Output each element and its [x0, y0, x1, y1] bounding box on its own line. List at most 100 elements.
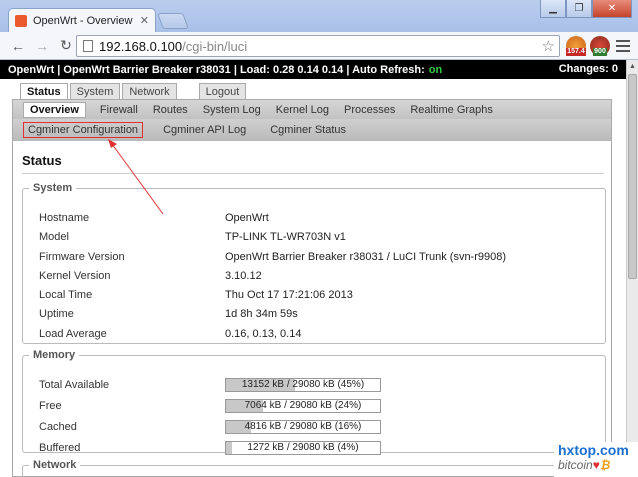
row-value: OpenWrt — [225, 211, 269, 224]
chrome-menu-icon[interactable] — [616, 40, 630, 52]
page-title: Status — [22, 153, 62, 168]
memory-row: Buffered 1272 kB / 29080 kB (4%) — [39, 438, 381, 457]
window-controls: ▁ ❐ ✕ — [540, 0, 632, 18]
luci-header-bar: OpenWrt | OpenWrt Barrier Breaker r38031… — [0, 60, 626, 79]
row-value: TP-LINK TL-WR703N v1 — [225, 230, 346, 243]
browser-tab[interactable]: OpenWrt - Overview - L ✕ — [8, 8, 156, 32]
browser-tab-title: OpenWrt - Overview - L — [33, 14, 136, 27]
page-content: Status System Hostname OpenWrt Model TP-LI… — [13, 141, 611, 477]
memory-row: Total Available 13152 kB / 29080 kB (45%… — [39, 375, 381, 394]
network-section: Network — [22, 459, 606, 477]
memory-bar-text: 13152 kB / 29080 kB (45%) — [241, 378, 365, 390]
system-row: Kernel Version 3.10.12 — [39, 266, 262, 285]
row-key: Hostname — [39, 211, 90, 224]
page-icon — [83, 40, 93, 52]
tab-logout[interactable]: Logout — [198, 83, 247, 99]
row-key: Model — [39, 230, 69, 243]
openwrt-favicon-icon — [15, 14, 27, 27]
row-key: Firmware Version — [39, 250, 125, 263]
row-key: Buffered — [39, 441, 81, 454]
memory-bar: 7064 kB / 29080 kB (24%) — [225, 398, 381, 413]
main-panel: Overview Firewall Routes System Log Kern… — [12, 99, 612, 477]
watermark-site: hxtop.com — [558, 442, 629, 458]
memory-bar: 1272 kB / 29080 kB (4%) — [225, 440, 381, 455]
system-row: Uptime 1d 8h 34m 59s — [39, 304, 298, 323]
address-bar[interactable]: 192.168.0.100/cgi-bin/luci ☆ — [76, 35, 560, 57]
row-value: 3.10.12 — [225, 269, 262, 282]
url-host: 192.168.0.100 — [99, 38, 183, 54]
row-key: Local Time — [39, 288, 93, 301]
restore-button[interactable]: ❐ — [566, 0, 592, 18]
row-key: Free — [39, 399, 62, 412]
network-legend: Network — [33, 459, 77, 471]
extension-badge-2: 900 — [593, 48, 607, 56]
page-scrollbar[interactable]: ▲ ▼ — [626, 60, 638, 477]
system-legend: System — [33, 182, 73, 194]
back-arrow-icon[interactable]: ← — [8, 36, 28, 56]
watermark-logo: bitcoin♥₿ — [558, 458, 638, 472]
row-value: 1d 8h 34m 59s — [225, 307, 298, 320]
memory-bar-text: 7064 kB / 29080 kB (24%) — [244, 399, 362, 411]
extension-bitcoin-icon[interactable]: 157.4 — [566, 36, 586, 56]
window-close-button[interactable]: ✕ — [592, 0, 632, 18]
memory-row: Cached 4816 kB / 29080 kB (16%) — [39, 417, 381, 436]
subtab-cgminer-status[interactable]: Cgminer Status — [266, 123, 350, 137]
heart-icon: ♥ — [592, 458, 600, 472]
changes-link[interactable]: Changes: 0 — [559, 63, 618, 75]
scroll-up-icon[interactable]: ▲ — [627, 60, 638, 72]
row-value: Thu Oct 17 17:21:06 2013 — [225, 288, 353, 301]
memory-bar: 4816 kB / 29080 kB (16%) — [225, 419, 381, 434]
reload-icon[interactable]: ↻ — [56, 36, 76, 56]
close-tab-icon[interactable]: ✕ — [140, 14, 149, 27]
row-key: Kernel Version — [39, 269, 111, 282]
browser-titlebar: OpenWrt - Overview - L ✕ ▁ ❐ ✕ — [0, 0, 638, 32]
subtab-processes[interactable]: Processes — [344, 104, 395, 116]
watermark-text: bitcoin — [558, 458, 593, 472]
memory-section: Memory Total Available 13152 kB / 29080 … — [22, 349, 606, 455]
new-tab-button[interactable] — [157, 13, 189, 29]
subtab-routes[interactable]: Routes — [153, 104, 188, 116]
bookmark-star-icon[interactable]: ☆ — [542, 37, 555, 55]
title-divider — [22, 173, 604, 174]
watermark: hxtop.com bitcoin♥₿ — [554, 442, 638, 477]
system-section: System Hostname OpenWrt Model TP-LINK TL-W… — [22, 182, 606, 344]
extension-badge-1: 157.4 — [566, 48, 586, 56]
row-key: Cached — [39, 420, 77, 433]
auto-refresh-toggle[interactable]: on — [429, 64, 442, 76]
subtab-kernel-log[interactable]: Kernel Log — [276, 104, 329, 116]
browser-toolbar: ← → ↻ 192.168.0.100/cgi-bin/luci ☆ 157.4… — [0, 32, 638, 60]
system-row: Model TP-LINK TL-WR703N v1 — [39, 227, 346, 246]
cgminer-subtabs: Cgminer Configuration Cgminer API Log Cg… — [13, 119, 611, 141]
row-key: Uptime — [39, 307, 74, 320]
memory-bar-text: 4816 kB / 29080 kB (16%) — [244, 420, 362, 432]
row-key: Total Available — [39, 378, 110, 391]
bitcoin-icon: ₿ — [599, 458, 611, 472]
memory-bar: 13152 kB / 29080 kB (45%) — [225, 377, 381, 392]
scrollbar-thumb[interactable] — [628, 74, 637, 279]
subtab-cgminer-configuration[interactable]: Cgminer Configuration — [23, 122, 144, 138]
row-value: 0.16, 0.13, 0.14 — [225, 327, 302, 340]
extension-miner-icon[interactable]: 900 — [590, 36, 610, 56]
system-row: Load Average 0.16, 0.13, 0.14 — [39, 324, 301, 343]
tab-status[interactable]: Status — [20, 83, 68, 100]
subtab-overview[interactable]: Overview — [23, 101, 86, 118]
system-row: Hostname OpenWrt — [39, 208, 269, 227]
status-subtabs: Overview Firewall Routes System Log Kern… — [13, 100, 611, 119]
subtab-system-log[interactable]: System Log — [203, 104, 261, 116]
subtab-cgminer-api-log[interactable]: Cgminer API Log — [159, 123, 250, 137]
system-row: Local Time Thu Oct 17 17:21:06 2013 — [39, 285, 353, 304]
system-row: Firmware Version OpenWrt Barrier Breaker … — [39, 247, 506, 266]
tab-network[interactable]: Network — [122, 83, 177, 99]
url-path: /cgi-bin/luci — [182, 38, 248, 54]
memory-bar-text: 1272 kB / 29080 kB (4%) — [247, 441, 359, 453]
subtab-realtime-graphs[interactable]: Realtime Graphs — [410, 104, 493, 116]
minimize-button[interactable]: ▁ — [540, 0, 566, 18]
subtab-firewall[interactable]: Firewall — [100, 104, 138, 116]
row-value: OpenWrt Barrier Breaker r38031 / LuCI Tr… — [225, 250, 507, 263]
row-key: Load Average — [39, 327, 107, 340]
tab-system[interactable]: System — [69, 83, 121, 99]
forward-arrow-icon[interactable]: → — [32, 36, 52, 56]
memory-legend: Memory — [33, 349, 76, 361]
page-viewport: OpenWrt | OpenWrt Barrier Breaker r38031… — [0, 60, 626, 477]
memory-row: Free 7064 kB / 29080 kB (24%) — [39, 396, 381, 415]
